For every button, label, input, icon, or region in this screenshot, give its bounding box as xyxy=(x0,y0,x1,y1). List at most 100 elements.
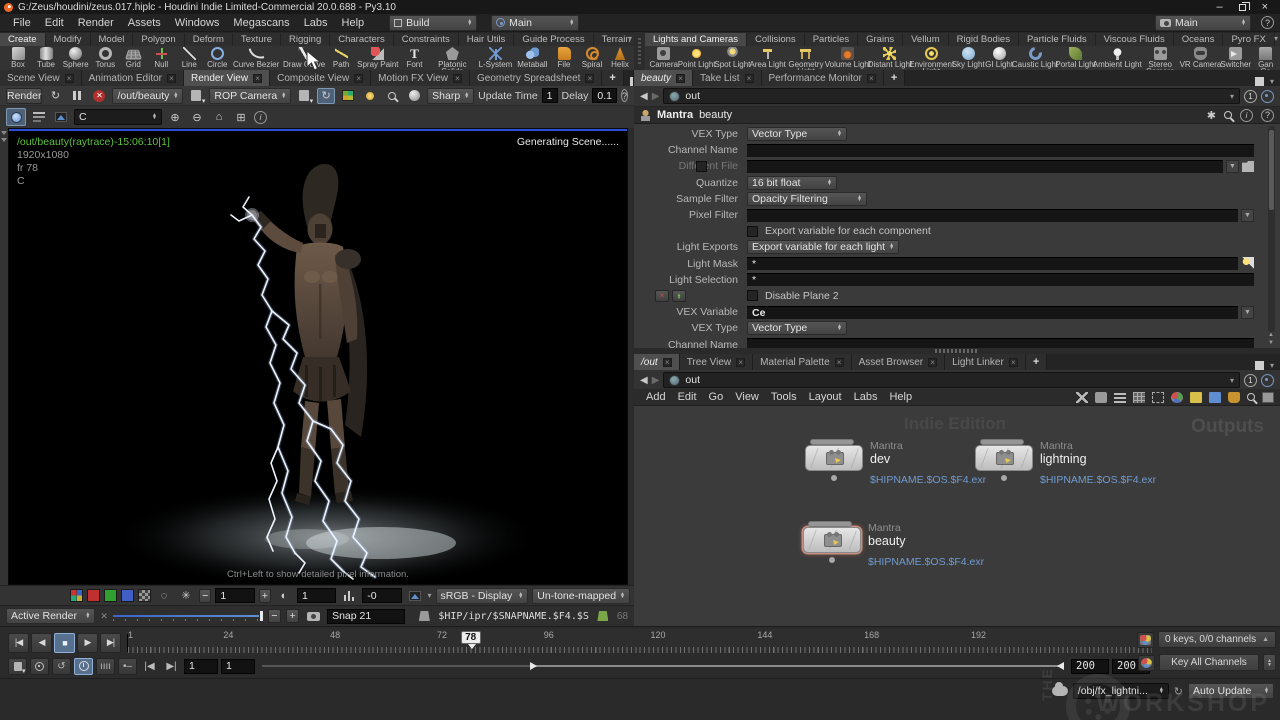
go-to-start-button[interactable]: |◀ xyxy=(8,633,29,653)
loop-mode-icon[interactable]: ↺ xyxy=(52,658,71,675)
shelf-tool-tube[interactable]: Tube xyxy=(32,46,60,69)
shelf-tool-platonic-solids[interactable]: Platonic Solids xyxy=(428,46,476,70)
shelf-tab-vellum[interactable]: Vellum xyxy=(903,33,949,46)
pane-tab-asset-browser[interactable]: Asset Browser× xyxy=(852,354,945,370)
gamma-field[interactable]: 1 xyxy=(215,588,254,603)
dopesheet-icon[interactable]: •– xyxy=(118,658,137,675)
light-selector-icon[interactable] xyxy=(1241,257,1254,270)
key-all-channels-dropdown[interactable]: Key All Channels xyxy=(1159,654,1259,671)
network-grid-icon[interactable] xyxy=(1133,392,1145,403)
shelf-tab-rigging[interactable]: Rigging xyxy=(281,33,330,46)
pane-dropdown-icon[interactable]: ▾ xyxy=(1270,361,1274,370)
close-icon[interactable]: × xyxy=(928,358,937,367)
param-dropdown-vex-type[interactable]: Vector Type xyxy=(747,321,847,335)
background-image-icon[interactable] xyxy=(52,109,70,125)
forward-icon[interactable]: ▶ xyxy=(652,375,660,386)
ghost-image-icon[interactable]: ◌ xyxy=(155,588,173,604)
shelf-tab-collisions[interactable]: Collisions xyxy=(747,33,805,46)
gain-field[interactable]: 1 xyxy=(297,588,336,603)
shelf-tool-caustic-light[interactable]: Caustic Light xyxy=(1014,46,1057,69)
rop-dropdown[interactable]: /out/beauty xyxy=(112,88,183,104)
playhead[interactable]: 78 xyxy=(461,631,481,644)
shelf-tool-camera[interactable]: Camera xyxy=(649,46,678,69)
shelf-tool-environment-light[interactable]: Environment Light xyxy=(911,46,952,70)
node-name-label[interactable]: beauty xyxy=(868,534,906,548)
param-checkbox[interactable] xyxy=(747,226,758,237)
close-icon[interactable]: × xyxy=(663,358,672,367)
field-dropdown-icon[interactable]: ▼ xyxy=(1241,209,1254,222)
shelf-tab-particles[interactable]: Particles xyxy=(805,33,858,46)
shelf-tab-hair-utils[interactable]: Hair Utils xyxy=(459,33,515,46)
menu-windows[interactable]: Windows xyxy=(168,17,227,29)
materials-icon[interactable] xyxy=(405,88,423,104)
shelf-tool-point-light[interactable]: Point Light xyxy=(678,46,714,69)
shelf-tool-distant-light[interactable]: Distant Light xyxy=(869,46,910,69)
help-icon[interactable]: ? xyxy=(1261,16,1274,29)
shelf-tool-path[interactable]: Path xyxy=(327,46,355,69)
play-button[interactable]: ▶ xyxy=(77,633,98,653)
network-search-icon[interactable] xyxy=(1247,393,1255,401)
rgb-channel-button[interactable] xyxy=(70,589,83,602)
shelf-tab-constraints[interactable]: Constraints xyxy=(394,33,459,46)
network-menu-go[interactable]: Go xyxy=(703,391,730,403)
param-dropdown-quantize[interactable]: 16 bit float xyxy=(747,176,837,190)
pane-tab-out[interactable]: /out× xyxy=(634,354,680,370)
shelf-tab-lights-and-cameras[interactable]: Lights and Cameras xyxy=(645,33,747,46)
node-output-dot[interactable] xyxy=(831,475,837,481)
param-field-channel-name[interactable] xyxy=(747,338,1254,348)
gamma-plus-button[interactable]: + xyxy=(259,589,271,603)
range-start-field[interactable]: 1 xyxy=(184,659,218,674)
re-render-icon[interactable]: ↻ xyxy=(46,88,64,104)
snapshot-plus-button[interactable]: + xyxy=(286,609,299,623)
snapshot-camera-icon[interactable] xyxy=(304,608,322,624)
node-name-label[interactable]: lightning xyxy=(1040,452,1087,466)
scoped-channels-icon[interactable] xyxy=(1137,632,1154,648)
zoom-in-icon[interactable]: ⊕ xyxy=(166,109,184,125)
network-tools-icon[interactable] xyxy=(1076,392,1088,403)
shelf-tab-characters[interactable]: Characters xyxy=(330,33,393,46)
network-menu-help[interactable]: Help xyxy=(883,391,918,403)
network-menu-layout[interactable]: Layout xyxy=(803,391,848,403)
network-menu-tools[interactable]: Tools xyxy=(765,391,803,403)
shelf-left-overflow-icon[interactable]: ▾ xyxy=(628,34,632,43)
shelf-tool-gan-ca[interactable]: Gan Ca xyxy=(1251,46,1280,70)
range-end-icon[interactable]: ▶| xyxy=(162,658,181,675)
snapshot-bag-icon[interactable] xyxy=(415,608,433,624)
shelf-tab-texture[interactable]: Texture xyxy=(233,33,281,46)
pane-tab-animation-editor[interactable]: Animation Editor× xyxy=(82,70,184,86)
close-icon[interactable]: × xyxy=(167,74,176,83)
render-mode-dropdown[interactable]: Active Render xyxy=(6,608,95,624)
pane-tab-material-palette[interactable]: Material Palette× xyxy=(753,354,851,370)
close-icon[interactable]: × xyxy=(453,74,462,83)
close-icon[interactable]: × xyxy=(867,74,876,83)
pane-tab-light-linker[interactable]: Light Linker× xyxy=(945,354,1026,370)
network-sticky-note-icon[interactable] xyxy=(1190,392,1202,403)
shelf-tool-line[interactable]: Line xyxy=(175,46,203,69)
desktop-dropdown[interactable]: Build xyxy=(389,15,477,31)
pane-tab-tree-view[interactable]: Tree View× xyxy=(680,354,753,370)
param-field-different-file[interactable] xyxy=(747,160,1223,173)
close-icon[interactable]: × xyxy=(676,74,685,83)
node-help-icon[interactable]: ? xyxy=(1261,109,1274,122)
shelf-tool-torus[interactable]: Torus xyxy=(91,46,119,69)
stop-render-icon[interactable]: ✕ xyxy=(90,88,108,104)
shelf-tool-spray-paint[interactable]: Spray Paint xyxy=(355,46,400,69)
reorder-plane-button[interactable] xyxy=(672,290,686,302)
network-data-icon[interactable] xyxy=(1228,392,1240,403)
param-checkbox[interactable] xyxy=(696,161,707,172)
shelf-tool-circle[interactable]: Circle xyxy=(203,46,231,69)
pin-count-badge[interactable]: 1 xyxy=(1244,374,1257,387)
delay-field[interactable]: 0.1 xyxy=(592,88,617,103)
pane-tab-take-list[interactable]: Take List× xyxy=(693,70,761,86)
range-end-field[interactable]: 200 xyxy=(1071,659,1109,674)
keyframe-ticks-icon[interactable]: ıııı xyxy=(96,658,115,675)
realtime-toggle-icon[interactable] xyxy=(74,658,93,675)
update-mode-dropdown[interactable]: Auto Update xyxy=(1188,683,1274,699)
shelf-tool-l-system[interactable]: L-System xyxy=(476,46,515,69)
close-icon[interactable]: × xyxy=(1009,358,1018,367)
params-path-field[interactable]: out ▾ xyxy=(663,88,1240,104)
playback-range-slider[interactable] xyxy=(262,660,1064,672)
close-icon[interactable]: × xyxy=(835,358,844,367)
go-to-end-button[interactable]: ▶| xyxy=(100,633,121,653)
shelf-tab-oceans[interactable]: Oceans xyxy=(1174,33,1224,46)
